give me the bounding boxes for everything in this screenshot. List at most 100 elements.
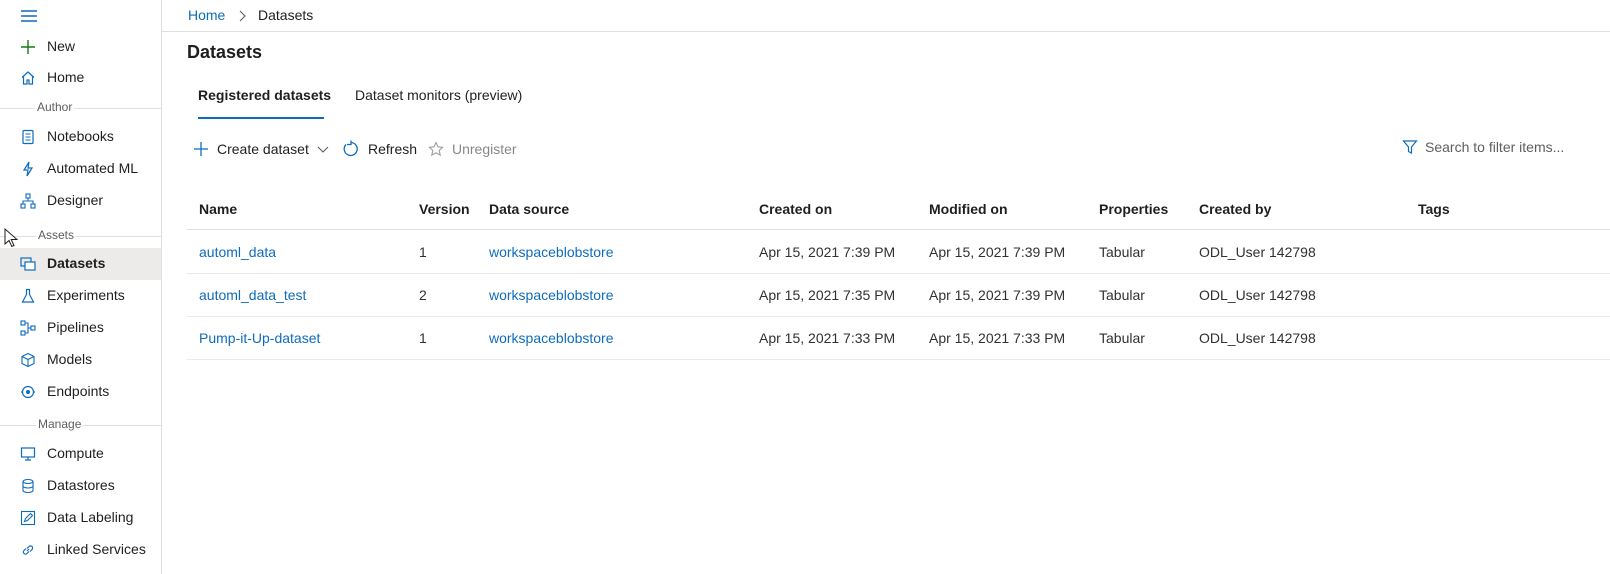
dataset-properties: Tabular: [1099, 330, 1145, 346]
hamburger-menu-icon[interactable]: [20, 8, 38, 24]
designer-icon: [20, 193, 36, 209]
link-icon: [22, 545, 34, 555]
flask-icon: [21, 288, 35, 303]
nav-item-data-labeling[interactable]: Data Labeling: [0, 502, 161, 534]
column-header-name[interactable]: Name: [199, 201, 237, 217]
nav-item-label: Linked Services: [47, 541, 146, 557]
column-header-created-by[interactable]: Created by: [1199, 201, 1271, 217]
nav-item-label: Compute: [47, 445, 104, 461]
section-title: Author: [35, 100, 75, 114]
nav-item-label: Pipelines: [47, 319, 104, 335]
nav-item-label: Datasets: [47, 255, 106, 271]
section-header-author: Author: [0, 100, 161, 116]
nav-item-label: Endpoints: [47, 383, 110, 399]
created-by: ODL_User 142798: [1199, 287, 1316, 303]
nav-item-experiments[interactable]: Experiments: [0, 280, 161, 312]
nav-item-label: Experiments: [47, 287, 125, 303]
refresh-button[interactable]: Refresh: [342, 137, 417, 161]
column-header-version[interactable]: Version: [419, 201, 470, 217]
created-on: Apr 15, 2021 7:39 PM: [759, 244, 896, 260]
nav-item-pipelines[interactable]: Pipelines: [0, 312, 161, 344]
active-tab-indicator: [198, 117, 324, 119]
tab-label: Registered datasets: [198, 87, 332, 103]
home-icon: [21, 71, 35, 85]
nav-item-label: Models: [47, 351, 93, 367]
unregister-label: Unregister: [452, 141, 517, 157]
tab-dataset-monitors[interactable]: Dataset monitors (preview): [355, 87, 522, 119]
dataset-properties: Tabular: [1099, 244, 1145, 260]
created-on: Apr 15, 2021 7:33 PM: [759, 330, 896, 346]
column-header-created-on[interactable]: Created on: [759, 201, 832, 217]
nav-item-notebooks[interactable]: Notebooks: [0, 121, 161, 153]
data-source-link[interactable]: workspaceblobstore: [489, 330, 614, 346]
nav-item-new[interactable]: New: [0, 31, 161, 63]
nav-item-label: Datastores: [47, 477, 115, 493]
table-row[interactable]: Pump-it-Up-dataset 1 workspaceblobstore …: [187, 317, 1610, 360]
tab-registered-datasets[interactable]: Registered datasets: [198, 87, 331, 119]
database-icon: [22, 478, 34, 494]
breadcrumb: Home Datasets: [162, 0, 1610, 32]
monitor-icon: [20, 447, 36, 461]
dataset-version: 1: [419, 330, 427, 346]
dataset-properties: Tabular: [1099, 287, 1145, 303]
chevron-right-icon: [239, 10, 246, 22]
section-header-manage: Manage: [0, 417, 161, 433]
column-header-modified-on[interactable]: Modified on: [929, 201, 1008, 217]
dataset-name-link[interactable]: automl_data_test: [199, 287, 306, 303]
star-icon: [428, 141, 444, 157]
column-header-properties[interactable]: Properties: [1099, 201, 1168, 217]
created-on: Apr 15, 2021 7:35 PM: [759, 287, 896, 303]
section-header-assets: Assets: [0, 228, 161, 244]
dataset-name-link[interactable]: Pump-it-Up-dataset: [199, 330, 320, 346]
plus-icon: [21, 40, 35, 54]
created-by: ODL_User 142798: [1199, 330, 1316, 346]
modified-on: Apr 15, 2021 7:39 PM: [929, 244, 1066, 260]
dataset-version: 1: [419, 244, 427, 260]
nav-item-datasets[interactable]: Datasets: [0, 248, 161, 280]
section-title: Manage: [36, 417, 84, 431]
nav-item-label: Notebooks: [47, 128, 114, 144]
nav-item-label: New: [47, 38, 76, 54]
dataset-name-link[interactable]: automl_data: [199, 244, 276, 260]
nav-item-linked-services[interactable]: Linked Services: [0, 534, 161, 566]
filter-icon: [1402, 140, 1418, 154]
nav-item-label: Data Labeling: [47, 509, 134, 525]
nav-item-designer[interactable]: Designer: [0, 185, 161, 217]
nav-item-compute[interactable]: Compute: [0, 438, 161, 470]
chevron-down-icon[interactable]: [317, 143, 329, 155]
nav-item-endpoints[interactable]: Endpoints: [0, 376, 161, 408]
automl-icon: [22, 161, 34, 177]
unregister-button[interactable]: Unregister: [428, 137, 517, 161]
nav-item-home[interactable]: Home: [0, 62, 161, 94]
edit-icon: [20, 510, 36, 526]
nav-item-label: Automated ML: [47, 160, 139, 176]
create-dataset-button[interactable]: Create dataset: [193, 137, 329, 161]
data-source-link[interactable]: workspaceblobstore: [489, 287, 614, 303]
column-header-data-source[interactable]: Data source: [489, 201, 569, 217]
table-row[interactable]: automl_data 1 workspaceblobstore Apr 15,…: [187, 231, 1610, 274]
nav-item-label: Designer: [47, 192, 104, 208]
dataset-version: 2: [419, 287, 427, 303]
filter-search-input[interactable]: Search to filter items...: [1402, 135, 1564, 159]
page-title: Datasets: [187, 42, 263, 62]
table-row[interactable]: automl_data_test 2 workspaceblobstore Ap…: [187, 274, 1610, 317]
column-header-tags[interactable]: Tags: [1418, 201, 1450, 217]
nav-item-datastores[interactable]: Datastores: [0, 470, 161, 502]
datasets-icon: [20, 257, 36, 271]
breadcrumb-home-link[interactable]: Home: [188, 7, 225, 23]
table-header: Name Version Data source Created on Modi…: [187, 188, 1610, 230]
nav-item-models[interactable]: Models: [0, 344, 161, 376]
tab-label: Dataset monitors (preview): [355, 87, 523, 103]
nav-item-automated-ml[interactable]: Automated ML: [0, 153, 161, 185]
create-dataset-label: Create dataset: [217, 141, 309, 157]
breadcrumb-current: Datasets: [258, 7, 314, 23]
notebook-icon: [22, 129, 34, 145]
refresh-label: Refresh: [368, 141, 418, 157]
modified-on: Apr 15, 2021 7:33 PM: [929, 330, 1066, 346]
endpoint-icon: [21, 385, 35, 399]
left-nav: New Home Author Notebooks Automated ML D…: [0, 0, 162, 574]
mouse-cursor-icon: [4, 228, 18, 248]
data-source-link[interactable]: workspaceblobstore: [489, 244, 614, 260]
nav-item-label: Home: [47, 69, 85, 85]
cube-icon: [21, 352, 35, 368]
